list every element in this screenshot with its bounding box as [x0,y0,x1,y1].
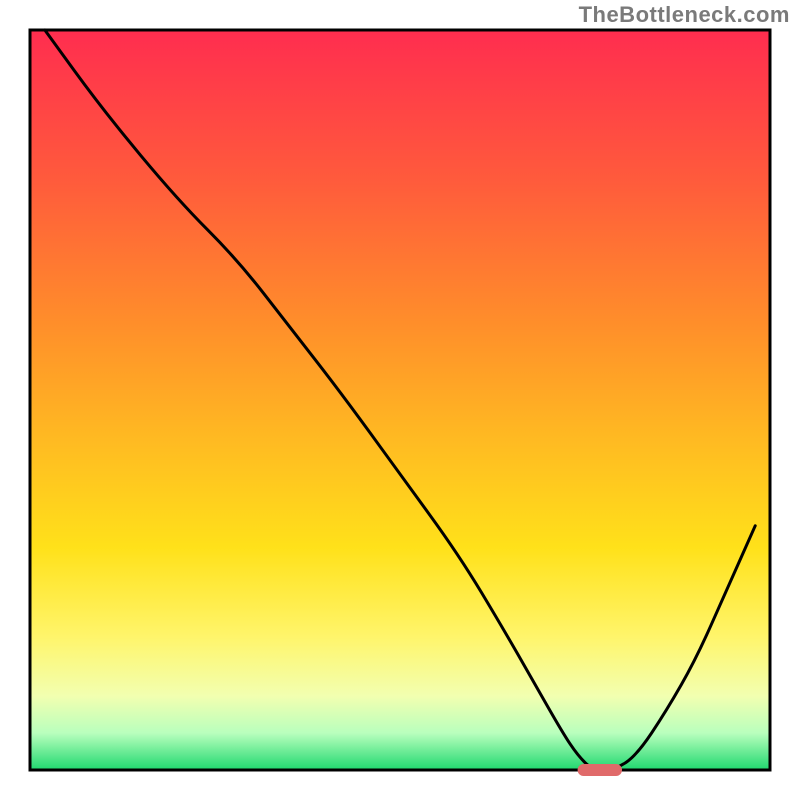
plot-background [30,30,770,770]
bottleneck-chart [0,0,800,800]
optimal-marker [578,764,622,776]
chart-container: TheBottleneck.com [0,0,800,800]
